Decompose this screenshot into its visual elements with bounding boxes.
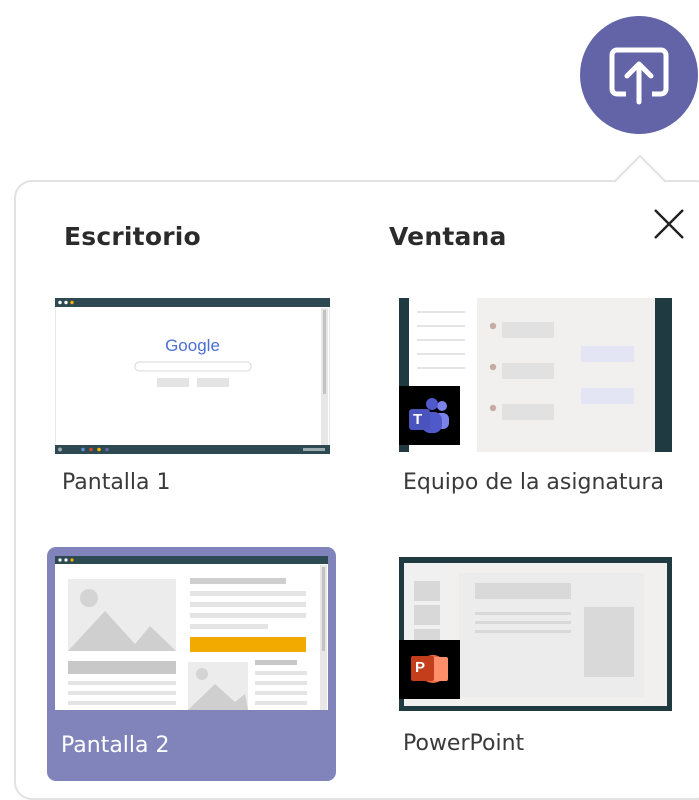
source-pantalla-1[interactable]: Google — [55, 298, 330, 454]
source-label: PowerPoint — [403, 731, 525, 756]
teams-badge: T — [399, 386, 460, 445]
source-powerpoint[interactable]: P — [399, 557, 672, 711]
desktop-thumbnail-icon — [55, 556, 328, 710]
column-heading-window: Ventana — [389, 222, 507, 251]
column-heading-desktop: Escritorio — [64, 222, 201, 251]
teams-letter: T — [413, 411, 423, 428]
source-label: Pantalla 1 — [62, 470, 171, 495]
powerpoint-letter: P — [415, 659, 426, 676]
teams-icon — [409, 398, 449, 433]
close-icon — [654, 209, 684, 239]
share-screen-button[interactable] — [580, 16, 698, 134]
source-pantalla-2-selected[interactable]: Pantalla 2 — [47, 547, 336, 781]
desktop-thumbnail-icon — [55, 298, 330, 454]
close-button[interactable] — [652, 207, 686, 241]
panel-caret — [612, 154, 668, 183]
source-equipo-asignatura[interactable]: T — [399, 298, 672, 452]
google-logo: Google — [165, 336, 220, 355]
powerpoint-badge: P — [399, 640, 460, 699]
source-label: Pantalla 2 — [61, 733, 170, 758]
powerpoint-icon — [411, 655, 448, 683]
source-label: Equipo de la asignatura — [403, 470, 664, 495]
share-screen-icon — [609, 47, 669, 105]
